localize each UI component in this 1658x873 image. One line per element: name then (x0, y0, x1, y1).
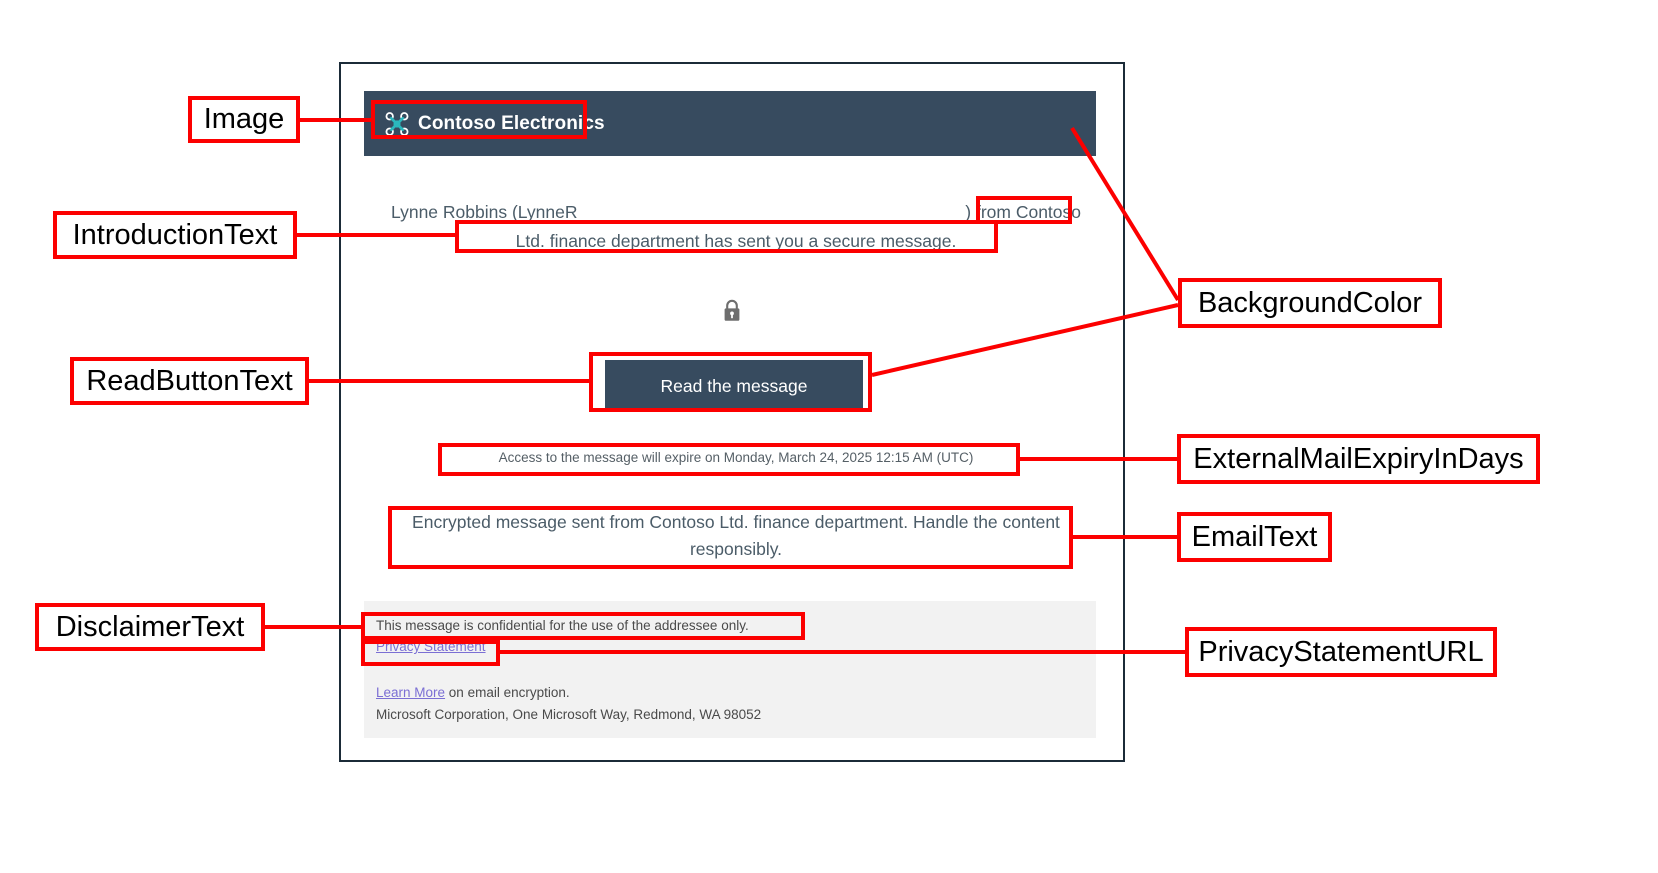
introduction-line-2: Ltd. finance department has sent you a s… (515, 231, 957, 251)
learn-more-line: Learn More on email encryption. (376, 682, 1084, 704)
sender-name-label: Lynne Robbins (LynneR (391, 202, 578, 222)
padlock-icon (724, 299, 740, 321)
learn-more-suffix: on email encryption. (445, 685, 570, 700)
annotation-label-read-button-text: ReadButtonText (70, 357, 309, 405)
learn-more-link[interactable]: Learn More (376, 685, 445, 700)
email-preview-card: Contoso Electronics Lynne Robbins (Lynne… (339, 62, 1125, 762)
annotation-label-background-color: BackgroundColor (1178, 278, 1442, 328)
privacy-statement-link[interactable]: Privacy Statement (376, 636, 486, 657)
footer-spacer (376, 657, 1084, 682)
email-footer: This message is confidential for the use… (364, 601, 1096, 738)
email-body-text: Encrypted message sent from Contoso Ltd.… (412, 512, 1060, 559)
disclaimer-text: This message is confidential for the use… (376, 618, 749, 633)
annotation-label-privacy-statement-url: PrivacyStatementURL (1185, 627, 1497, 677)
message-expiry-text: Access to the message will expire on Mon… (498, 450, 974, 465)
contoso-drone-logo-icon (385, 111, 409, 136)
introduction-line-1: Lynne Robbins (LynneR ) from Contoso (391, 198, 1081, 227)
redacted-email-address (577, 198, 965, 227)
sender-org-label: ) from Contoso (965, 202, 1081, 222)
company-name-label: Contoso Electronics (418, 112, 605, 134)
lock-icon-container (341, 299, 1123, 323)
microsoft-address-text: Microsoft Corporation, One Microsoft Way… (376, 707, 762, 722)
annotation-label-disclaimer-text: DisclaimerText (35, 603, 265, 651)
read-the-message-button[interactable]: Read the message (605, 360, 863, 412)
annotated-email-template-diagram: Contoso Electronics Lynne Robbins (Lynne… (0, 0, 1658, 873)
annotation-label-image: Image (188, 96, 300, 143)
email-header-banner: Contoso Electronics (364, 91, 1096, 156)
annotation-label-external-mail-expiry: ExternalMailExpiryInDays (1177, 434, 1540, 484)
annotation-label-introduction-text: IntroductionText (53, 211, 297, 259)
introduction-text: Lynne Robbins (LynneR ) from Contoso Ltd… (391, 198, 1081, 256)
annotation-label-email-text: EmailText (1177, 512, 1332, 562)
